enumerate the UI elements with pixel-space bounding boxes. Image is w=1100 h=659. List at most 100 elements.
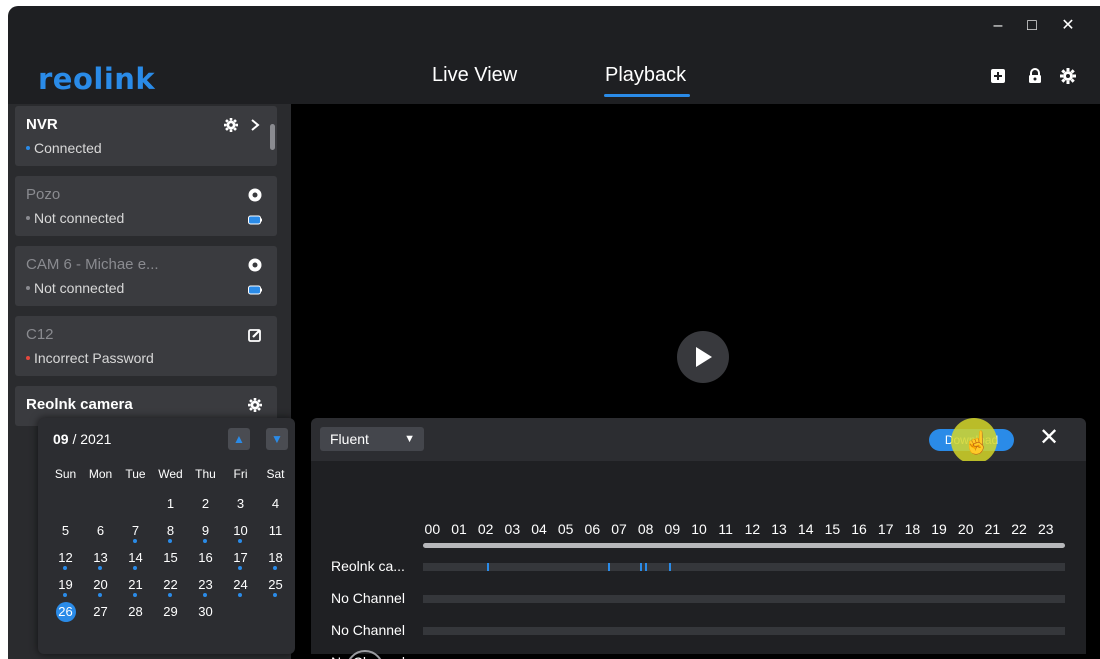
calendar-day[interactable]: 18 [258, 548, 293, 570]
hour-label: 23 [1037, 521, 1054, 537]
maximize-button[interactable]: □ [1020, 16, 1044, 36]
minimize-button[interactable]: – [986, 16, 1010, 36]
calendar-day[interactable]: 3 [223, 494, 258, 514]
stream-quality-select[interactable]: Fluent ▼ [320, 427, 424, 451]
channel-track[interactable] [423, 595, 1065, 603]
calendar-day[interactable]: 16 [188, 548, 223, 568]
calendar-day[interactable]: 21 [118, 575, 153, 597]
calendar-day[interactable]: 26 [48, 602, 83, 622]
hour-label: 03 [504, 521, 521, 537]
recording-dot [63, 566, 67, 570]
recording-dot [168, 593, 172, 597]
hour-label: 20 [957, 521, 974, 537]
calendar-day[interactable]: 11 [258, 521, 293, 541]
device-status: Not connected [26, 210, 124, 226]
device-name: Reolnk camera [26, 396, 133, 413]
hour-label: 16 [851, 521, 867, 537]
channel-label: No Channel [331, 622, 405, 638]
calendar-day[interactable]: 12 [48, 548, 83, 570]
app-window: – □ ✕ reolink Live View Playback NVR Con… [8, 6, 1100, 659]
recording-dot [238, 593, 242, 597]
calendar-day[interactable]: 23 [188, 575, 223, 597]
close-window-button[interactable]: ✕ [1056, 16, 1080, 36]
active-tab-indicator [604, 94, 690, 97]
hour-label: 22 [1011, 521, 1027, 537]
hour-label: 21 [984, 521, 1001, 537]
status-dot [26, 146, 30, 151]
hour-label: 12 [744, 521, 761, 537]
settings-gear-icon[interactable] [1060, 68, 1076, 84]
calendar-day[interactable]: 2 [188, 494, 223, 514]
calendar-day[interactable]: 1 [153, 494, 188, 514]
recording-segment[interactable] [645, 563, 648, 571]
battery-camera-icon [247, 258, 263, 274]
calendar-day[interactable]: 24 [223, 575, 258, 597]
calendar-day[interactable]: 19 [48, 575, 83, 597]
add-device-icon[interactable] [990, 68, 1006, 84]
recording-dot [168, 539, 172, 543]
lock-icon[interactable] [1027, 68, 1043, 84]
recording-segment[interactable] [639, 563, 642, 571]
calendar-day[interactable]: 5 [48, 521, 83, 541]
previous-month-button[interactable]: ▲ [228, 428, 250, 450]
recording-segment[interactable] [487, 563, 490, 571]
gear-icon[interactable] [247, 398, 263, 414]
calendar-day[interactable]: 7 [118, 521, 153, 543]
calendar-day[interactable]: 29 [153, 602, 188, 622]
recording-dot [133, 539, 137, 543]
calendar-day[interactable]: 8 [153, 521, 188, 543]
hour-label: 02 [477, 521, 494, 537]
recording-dot [273, 593, 277, 597]
tab-playback[interactable]: Playback [605, 64, 686, 87]
play-button[interactable] [677, 331, 729, 383]
battery-camera-icon [247, 188, 263, 204]
recording-segment[interactable] [669, 563, 672, 571]
calendar-day[interactable]: 22 [153, 575, 188, 597]
device-card-pozo[interactable]: Pozo Not connected [15, 176, 277, 236]
hour-label: 13 [771, 521, 787, 537]
calendar-day[interactable]: 13 [83, 548, 118, 570]
calendar-day[interactable]: 10 [223, 521, 258, 543]
playback-timeline-panel: Fluent▼ Download ☝ ✕ 0001020304050607080… [311, 418, 1086, 659]
calendar-day[interactable]: 27 [83, 602, 118, 622]
hour-label: 19 [931, 521, 947, 537]
gear-icon[interactable] [223, 118, 239, 134]
close-panel-button[interactable]: ✕ [1037, 424, 1061, 452]
device-status: Connected [26, 140, 102, 156]
recording-dot [133, 593, 137, 597]
calendar-day[interactable]: 14 [118, 548, 153, 570]
timeline-area[interactable]: 00 01 02 03 04 05 06 07 08 09 10 11 12 13 14 15 16 17 18 19… [311, 461, 1086, 659]
edit-icon[interactable] [247, 328, 263, 344]
calendar-day[interactable]: 9 [188, 521, 223, 543]
device-card-nvr[interactable]: NVR Connected [15, 106, 277, 166]
reolink-logo: reolink [38, 62, 156, 96]
device-card-c12[interactable]: C12 Incorrect Password [15, 316, 277, 376]
sidebar-scrollbar[interactable] [270, 124, 275, 150]
device-status: Incorrect Password [26, 350, 154, 366]
play-icon [696, 347, 712, 367]
recording-segment[interactable] [607, 563, 610, 571]
hour-label: 04 [531, 521, 547, 537]
hour-label: 15 [824, 521, 841, 537]
next-month-button[interactable]: ▼ [266, 428, 288, 450]
tab-live-view[interactable]: Live View [432, 64, 517, 87]
calendar-day[interactable]: 6 [83, 521, 118, 541]
timeline-scrollbar[interactable] [423, 543, 1065, 548]
calendar-day[interactable]: 4 [258, 494, 293, 514]
battery-icon [247, 282, 263, 298]
weekday-header: Wed [158, 467, 183, 481]
calendar-day[interactable]: 17 [223, 548, 258, 570]
device-card-cam6[interactable]: CAM 6 - Michae e... Not connected [15, 246, 277, 306]
calendar-day[interactable]: 15 [153, 548, 188, 568]
channel-track[interactable] [423, 627, 1065, 635]
hour-label: 09 [664, 521, 681, 537]
calendar-day[interactable]: 28 [118, 602, 153, 622]
hour-labels: 00 01 02 03 04 05 06 07 08 09 10 11 12 13 14 15 16 17 18 19… [419, 521, 1059, 537]
hour-label: 10 [691, 521, 707, 537]
chevron-right-icon[interactable] [247, 118, 263, 134]
channel-track[interactable] [423, 563, 1065, 571]
calendar-day[interactable]: 30 [188, 602, 223, 622]
calendar-day[interactable]: 25 [258, 575, 293, 597]
hour-label: 14 [797, 521, 814, 537]
calendar-day[interactable]: 20 [83, 575, 118, 597]
